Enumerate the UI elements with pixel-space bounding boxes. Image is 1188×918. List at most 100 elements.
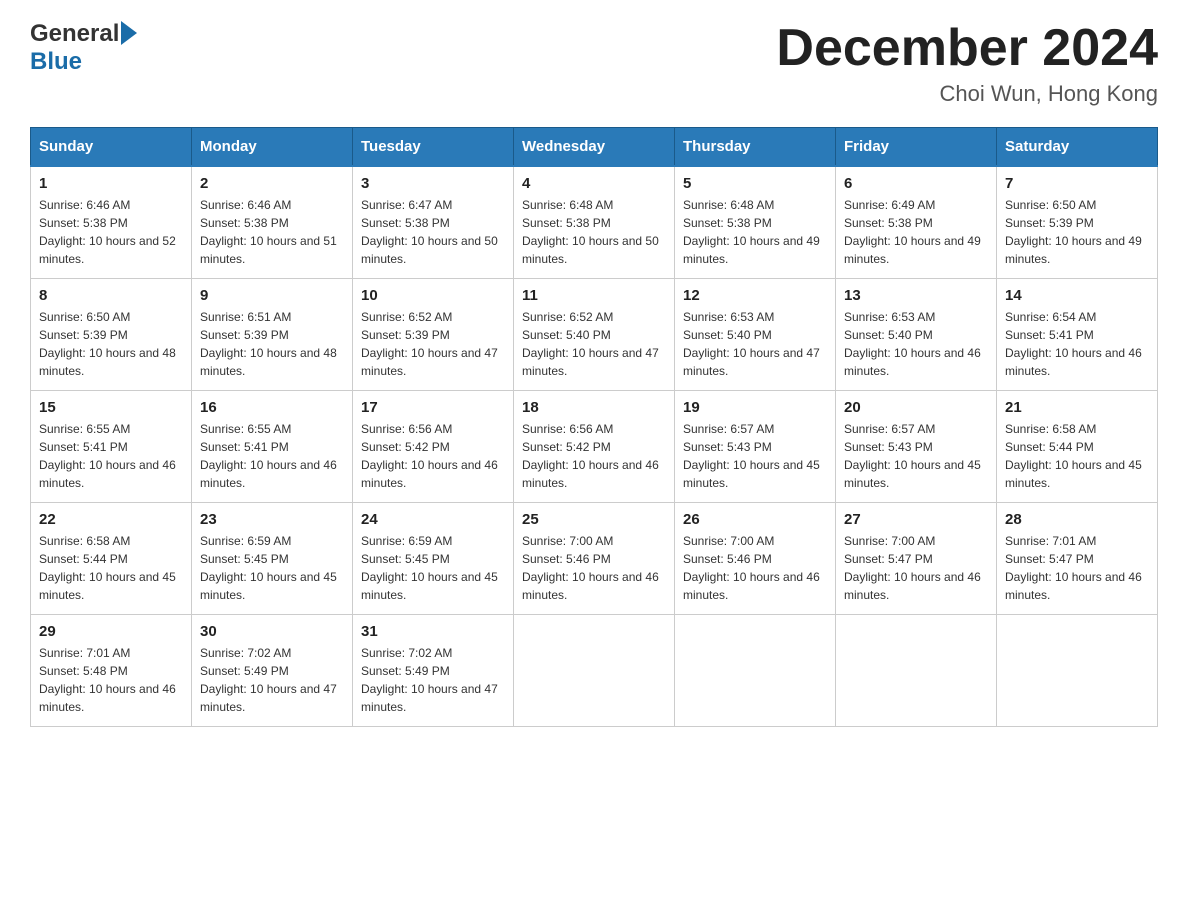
day-info: Sunrise: 7:02 AMSunset: 5:49 PMDaylight:… — [361, 644, 505, 716]
weekday-header-saturday: Saturday — [997, 128, 1158, 167]
calendar-cell: 19 Sunrise: 6:57 AMSunset: 5:43 PMDayligh… — [675, 391, 836, 503]
calendar-week-row: 8 Sunrise: 6:50 AMSunset: 5:39 PMDaylight… — [31, 279, 1158, 391]
day-info: Sunrise: 7:00 AMSunset: 5:47 PMDaylight:… — [844, 532, 988, 604]
logo: General Blue — [30, 20, 139, 76]
day-number: 3 — [361, 175, 505, 192]
logo-general-text: General — [30, 20, 119, 48]
day-info: Sunrise: 6:55 AMSunset: 5:41 PMDaylight:… — [200, 420, 344, 492]
day-info: Sunrise: 6:56 AMSunset: 5:42 PMDaylight:… — [522, 420, 666, 492]
day-info: Sunrise: 6:57 AMSunset: 5:43 PMDaylight:… — [844, 420, 988, 492]
day-info: Sunrise: 6:50 AMSunset: 5:39 PMDaylight:… — [39, 308, 183, 380]
day-number: 17 — [361, 399, 505, 416]
day-number: 6 — [844, 175, 988, 192]
calendar-cell: 25 Sunrise: 7:00 AMSunset: 5:46 PMDayligh… — [514, 503, 675, 615]
day-number: 1 — [39, 175, 183, 192]
day-info: Sunrise: 7:01 AMSunset: 5:48 PMDaylight:… — [39, 644, 183, 716]
calendar-cell: 13 Sunrise: 6:53 AMSunset: 5:40 PMDayligh… — [836, 279, 997, 391]
day-number: 19 — [683, 399, 827, 416]
day-info: Sunrise: 6:53 AMSunset: 5:40 PMDaylight:… — [844, 308, 988, 380]
day-number: 5 — [683, 175, 827, 192]
calendar-cell: 1 Sunrise: 6:46 AMSunset: 5:38 PMDaylight… — [31, 166, 192, 279]
calendar-cell: 21Sunrise: 6:58 AMSunset: 5:44 PMDayligh… — [997, 391, 1158, 503]
day-info: Sunrise: 6:57 AMSunset: 5:43 PMDaylight:… — [683, 420, 827, 492]
logo-blue-text: Blue — [30, 48, 82, 76]
weekday-header-thursday: Thursday — [675, 128, 836, 167]
day-number: 28 — [1005, 511, 1149, 528]
day-info: Sunrise: 6:54 AMSunset: 5:41 PMDaylight:… — [1005, 308, 1149, 380]
day-number: 13 — [844, 287, 988, 304]
calendar-cell: 30Sunrise: 7:02 AMSunset: 5:49 PMDayligh… — [192, 615, 353, 727]
calendar-week-row: 15 Sunrise: 6:55 AMSunset: 5:41 PMDayligh… — [31, 391, 1158, 503]
calendar-cell: 16 Sunrise: 6:55 AMSunset: 5:41 PMDayligh… — [192, 391, 353, 503]
day-number: 21 — [1005, 399, 1149, 416]
day-number: 4 — [522, 175, 666, 192]
calendar-cell: 5 Sunrise: 6:48 AMSunset: 5:38 PMDaylight… — [675, 166, 836, 279]
day-number: 22 — [39, 511, 183, 528]
day-info: Sunrise: 6:51 AMSunset: 5:39 PMDaylight:… — [200, 308, 344, 380]
day-info: Sunrise: 6:59 AMSunset: 5:45 PMDaylight:… — [200, 532, 344, 604]
day-info: Sunrise: 6:56 AMSunset: 5:42 PMDaylight:… — [361, 420, 505, 492]
calendar-cell — [514, 615, 675, 727]
day-number: 25 — [522, 511, 666, 528]
calendar-cell: 17 Sunrise: 6:56 AMSunset: 5:42 PMDayligh… — [353, 391, 514, 503]
calendar-cell: 20Sunrise: 6:57 AMSunset: 5:43 PMDayligh… — [836, 391, 997, 503]
day-info: Sunrise: 6:52 AMSunset: 5:39 PMDaylight:… — [361, 308, 505, 380]
day-info: Sunrise: 6:46 AMSunset: 5:38 PMDaylight:… — [39, 196, 183, 268]
day-info: Sunrise: 6:49 AMSunset: 5:38 PMDaylight:… — [844, 196, 988, 268]
day-info: Sunrise: 7:00 AMSunset: 5:46 PMDaylight:… — [522, 532, 666, 604]
calendar-table: SundayMondayTuesdayWednesdayThursdayFrid… — [30, 127, 1158, 727]
calendar-cell: 11Sunrise: 6:52 AMSunset: 5:40 PMDayligh… — [514, 279, 675, 391]
calendar-cell: 8 Sunrise: 6:50 AMSunset: 5:39 PMDaylight… — [31, 279, 192, 391]
calendar-cell: 23 Sunrise: 6:59 AMSunset: 5:45 PMDayligh… — [192, 503, 353, 615]
calendar-cell — [997, 615, 1158, 727]
weekday-header-tuesday: Tuesday — [353, 128, 514, 167]
weekday-header-sunday: Sunday — [31, 128, 192, 167]
day-info: Sunrise: 7:01 AMSunset: 5:47 PMDaylight:… — [1005, 532, 1149, 604]
day-info: Sunrise: 6:55 AMSunset: 5:41 PMDaylight:… — [39, 420, 183, 492]
day-info: Sunrise: 6:48 AMSunset: 5:38 PMDaylight:… — [522, 196, 666, 268]
location: Choi Wun, Hong Kong — [776, 81, 1158, 107]
day-info: Sunrise: 6:48 AMSunset: 5:38 PMDaylight:… — [683, 196, 827, 268]
day-number: 7 — [1005, 175, 1149, 192]
day-number: 14 — [1005, 287, 1149, 304]
weekday-header-monday: Monday — [192, 128, 353, 167]
day-number: 8 — [39, 287, 183, 304]
calendar-cell — [836, 615, 997, 727]
calendar-cell: 9Sunrise: 6:51 AMSunset: 5:39 PMDaylight… — [192, 279, 353, 391]
day-info: Sunrise: 7:02 AMSunset: 5:49 PMDaylight:… — [200, 644, 344, 716]
day-number: 12 — [683, 287, 827, 304]
calendar-cell: 24 Sunrise: 6:59 AMSunset: 5:45 PMDayligh… — [353, 503, 514, 615]
month-title: December 2024 — [776, 20, 1158, 77]
calendar-cell: 10 Sunrise: 6:52 AMSunset: 5:39 PMDayligh… — [353, 279, 514, 391]
title-area: December 2024 Choi Wun, Hong Kong — [776, 20, 1158, 107]
day-number: 29 — [39, 623, 183, 640]
calendar-cell: 22Sunrise: 6:58 AMSunset: 5:44 PMDayligh… — [31, 503, 192, 615]
calendar-cell: 12Sunrise: 6:53 AMSunset: 5:40 PMDayligh… — [675, 279, 836, 391]
calendar-cell: 29 Sunrise: 7:01 AMSunset: 5:48 PMDayligh… — [31, 615, 192, 727]
calendar-cell: 7 Sunrise: 6:50 AMSunset: 5:39 PMDaylight… — [997, 166, 1158, 279]
day-info: Sunrise: 6:52 AMSunset: 5:40 PMDaylight:… — [522, 308, 666, 380]
calendar-week-row: 22Sunrise: 6:58 AMSunset: 5:44 PMDayligh… — [31, 503, 1158, 615]
day-info: Sunrise: 7:00 AMSunset: 5:46 PMDaylight:… — [683, 532, 827, 604]
day-info: Sunrise: 6:50 AMSunset: 5:39 PMDaylight:… — [1005, 196, 1149, 268]
calendar-cell: 18 Sunrise: 6:56 AMSunset: 5:42 PMDayligh… — [514, 391, 675, 503]
day-number: 27 — [844, 511, 988, 528]
day-info: Sunrise: 6:59 AMSunset: 5:45 PMDaylight:… — [361, 532, 505, 604]
day-info: Sunrise: 6:47 AMSunset: 5:38 PMDaylight:… — [361, 196, 505, 268]
page-header: General Blue December 2024 Choi Wun, Hon… — [30, 20, 1158, 107]
calendar-cell: 28 Sunrise: 7:01 AMSunset: 5:47 PMDayligh… — [997, 503, 1158, 615]
day-number: 23 — [200, 511, 344, 528]
day-number: 24 — [361, 511, 505, 528]
day-number: 31 — [361, 623, 505, 640]
day-number: 10 — [361, 287, 505, 304]
day-number: 15 — [39, 399, 183, 416]
weekday-header-wednesday: Wednesday — [514, 128, 675, 167]
day-info: Sunrise: 6:46 AMSunset: 5:38 PMDaylight:… — [200, 196, 344, 268]
calendar-cell — [675, 615, 836, 727]
calendar-cell: 15 Sunrise: 6:55 AMSunset: 5:41 PMDayligh… — [31, 391, 192, 503]
calendar-cell: 26Sunrise: 7:00 AMSunset: 5:46 PMDayligh… — [675, 503, 836, 615]
day-number: 16 — [200, 399, 344, 416]
weekday-header-row: SundayMondayTuesdayWednesdayThursdayFrid… — [31, 128, 1158, 167]
calendar-cell: 4 Sunrise: 6:48 AMSunset: 5:38 PMDaylight… — [514, 166, 675, 279]
day-number: 18 — [522, 399, 666, 416]
